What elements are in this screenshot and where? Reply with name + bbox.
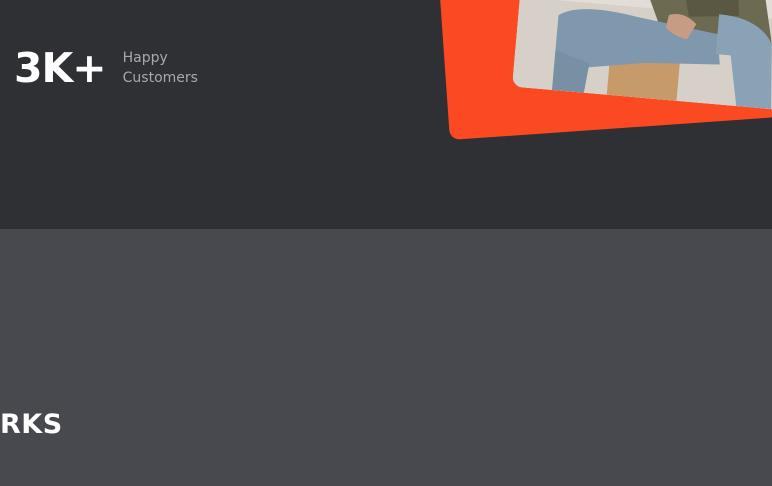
stat-label-line2: Customers: [122, 70, 198, 86]
section-title: RKS: [0, 409, 63, 440]
how-it-works-section: RKS: [0, 229, 772, 486]
stats-section: 3K+ Happy Customers: [0, 0, 772, 229]
stat-label-line1: Happy: [122, 50, 168, 66]
stat-value: 3K+: [14, 44, 107, 92]
happy-customers-stat: 3K+ Happy Customers: [14, 44, 198, 92]
stat-label: Happy Customers: [123, 48, 198, 88]
page: 3K+ Happy Customers RKS: [0, 0, 772, 486]
